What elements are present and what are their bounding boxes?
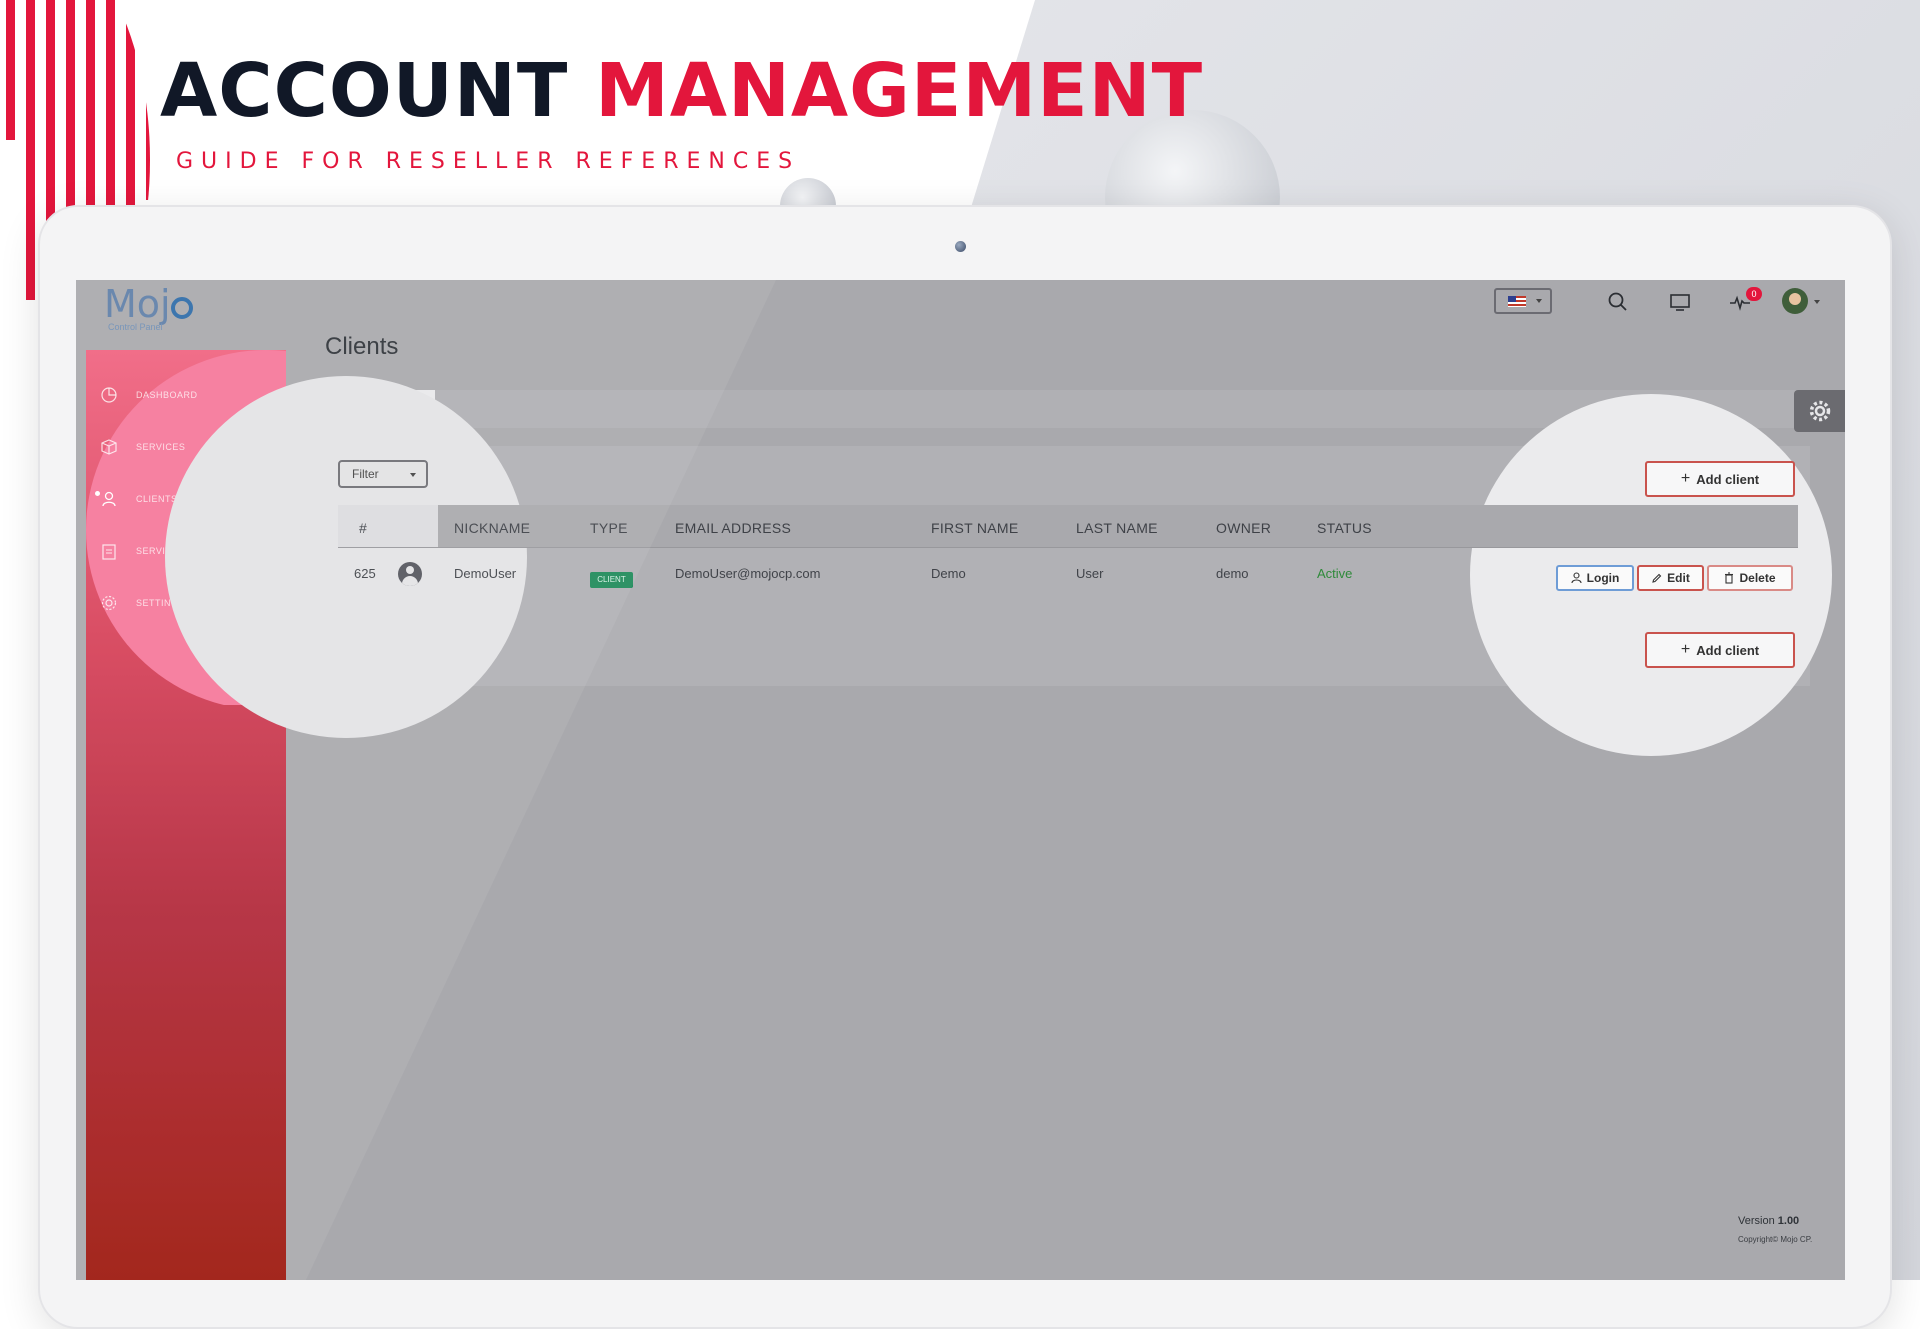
row-first-name: Demo bbox=[931, 566, 966, 581]
row-owner: demo bbox=[1216, 566, 1249, 581]
user-avatar[interactable] bbox=[1782, 288, 1808, 314]
app-screen: Moj Control Panel 0 DASHBOARD SERVICES C… bbox=[76, 280, 1845, 1280]
search-icon[interactable] bbox=[1606, 290, 1630, 314]
edit-label: Edit bbox=[1667, 571, 1690, 585]
add-client-label: Add client bbox=[1696, 471, 1760, 487]
row-email: DemoUser@mojocp.com bbox=[675, 566, 821, 581]
add-client-label: Add client bbox=[1696, 642, 1760, 658]
banner-title: ACCOUNT MANAGEMENT bbox=[160, 48, 1203, 134]
avatar-chevron-icon[interactable] bbox=[1814, 300, 1820, 304]
banner-subtitle: GUIDE FOR RESELLER REFERENCES bbox=[176, 149, 801, 174]
user-icon bbox=[1571, 572, 1582, 584]
column-header-first-name[interactable]: FIRST NAME bbox=[931, 520, 1019, 536]
column-header-owner[interactable]: OWNER bbox=[1216, 520, 1271, 536]
column-header-email[interactable]: EMAIL ADDRESS bbox=[675, 520, 791, 536]
banner-title-dark: ACCOUNT bbox=[160, 48, 569, 134]
plus-icon: + bbox=[1680, 470, 1691, 487]
version-number: 1.00 bbox=[1777, 1215, 1800, 1227]
add-client-button-bottom[interactable]: + Add client bbox=[1645, 632, 1795, 668]
settings-toggle[interactable] bbox=[1794, 390, 1845, 432]
trash-icon bbox=[1725, 572, 1734, 584]
banner-title-red: MANAGEMENT bbox=[595, 48, 1204, 134]
footer-copyright: Copyright© Mojo CP. bbox=[1738, 1235, 1813, 1244]
column-header-status[interactable]: STATUS bbox=[1317, 520, 1372, 536]
version-label: Version bbox=[1738, 1215, 1775, 1227]
status-badge: Active bbox=[1317, 566, 1353, 581]
camera-icon bbox=[955, 241, 966, 252]
us-flag-icon bbox=[1508, 296, 1526, 307]
pencil-icon bbox=[1652, 573, 1662, 583]
edit-button[interactable]: Edit bbox=[1637, 565, 1704, 591]
gear-icon bbox=[1809, 400, 1831, 422]
login-label: Login bbox=[1586, 571, 1620, 585]
plus-icon: + bbox=[1680, 641, 1691, 658]
chevron-down-icon bbox=[1536, 299, 1542, 303]
language-selector[interactable] bbox=[1494, 288, 1552, 314]
column-header-last-name[interactable]: LAST NAME bbox=[1076, 520, 1158, 536]
monitor-icon[interactable] bbox=[1668, 290, 1692, 314]
footer-version: Version 1.00 bbox=[1738, 1215, 1799, 1227]
row-last-name: User bbox=[1076, 566, 1104, 581]
notification-badge: 0 bbox=[1746, 287, 1762, 301]
login-button[interactable]: Login bbox=[1556, 565, 1634, 591]
add-client-button[interactable]: + Add client bbox=[1645, 461, 1795, 497]
delete-label: Delete bbox=[1739, 571, 1776, 585]
delete-button[interactable]: Delete bbox=[1707, 565, 1793, 591]
